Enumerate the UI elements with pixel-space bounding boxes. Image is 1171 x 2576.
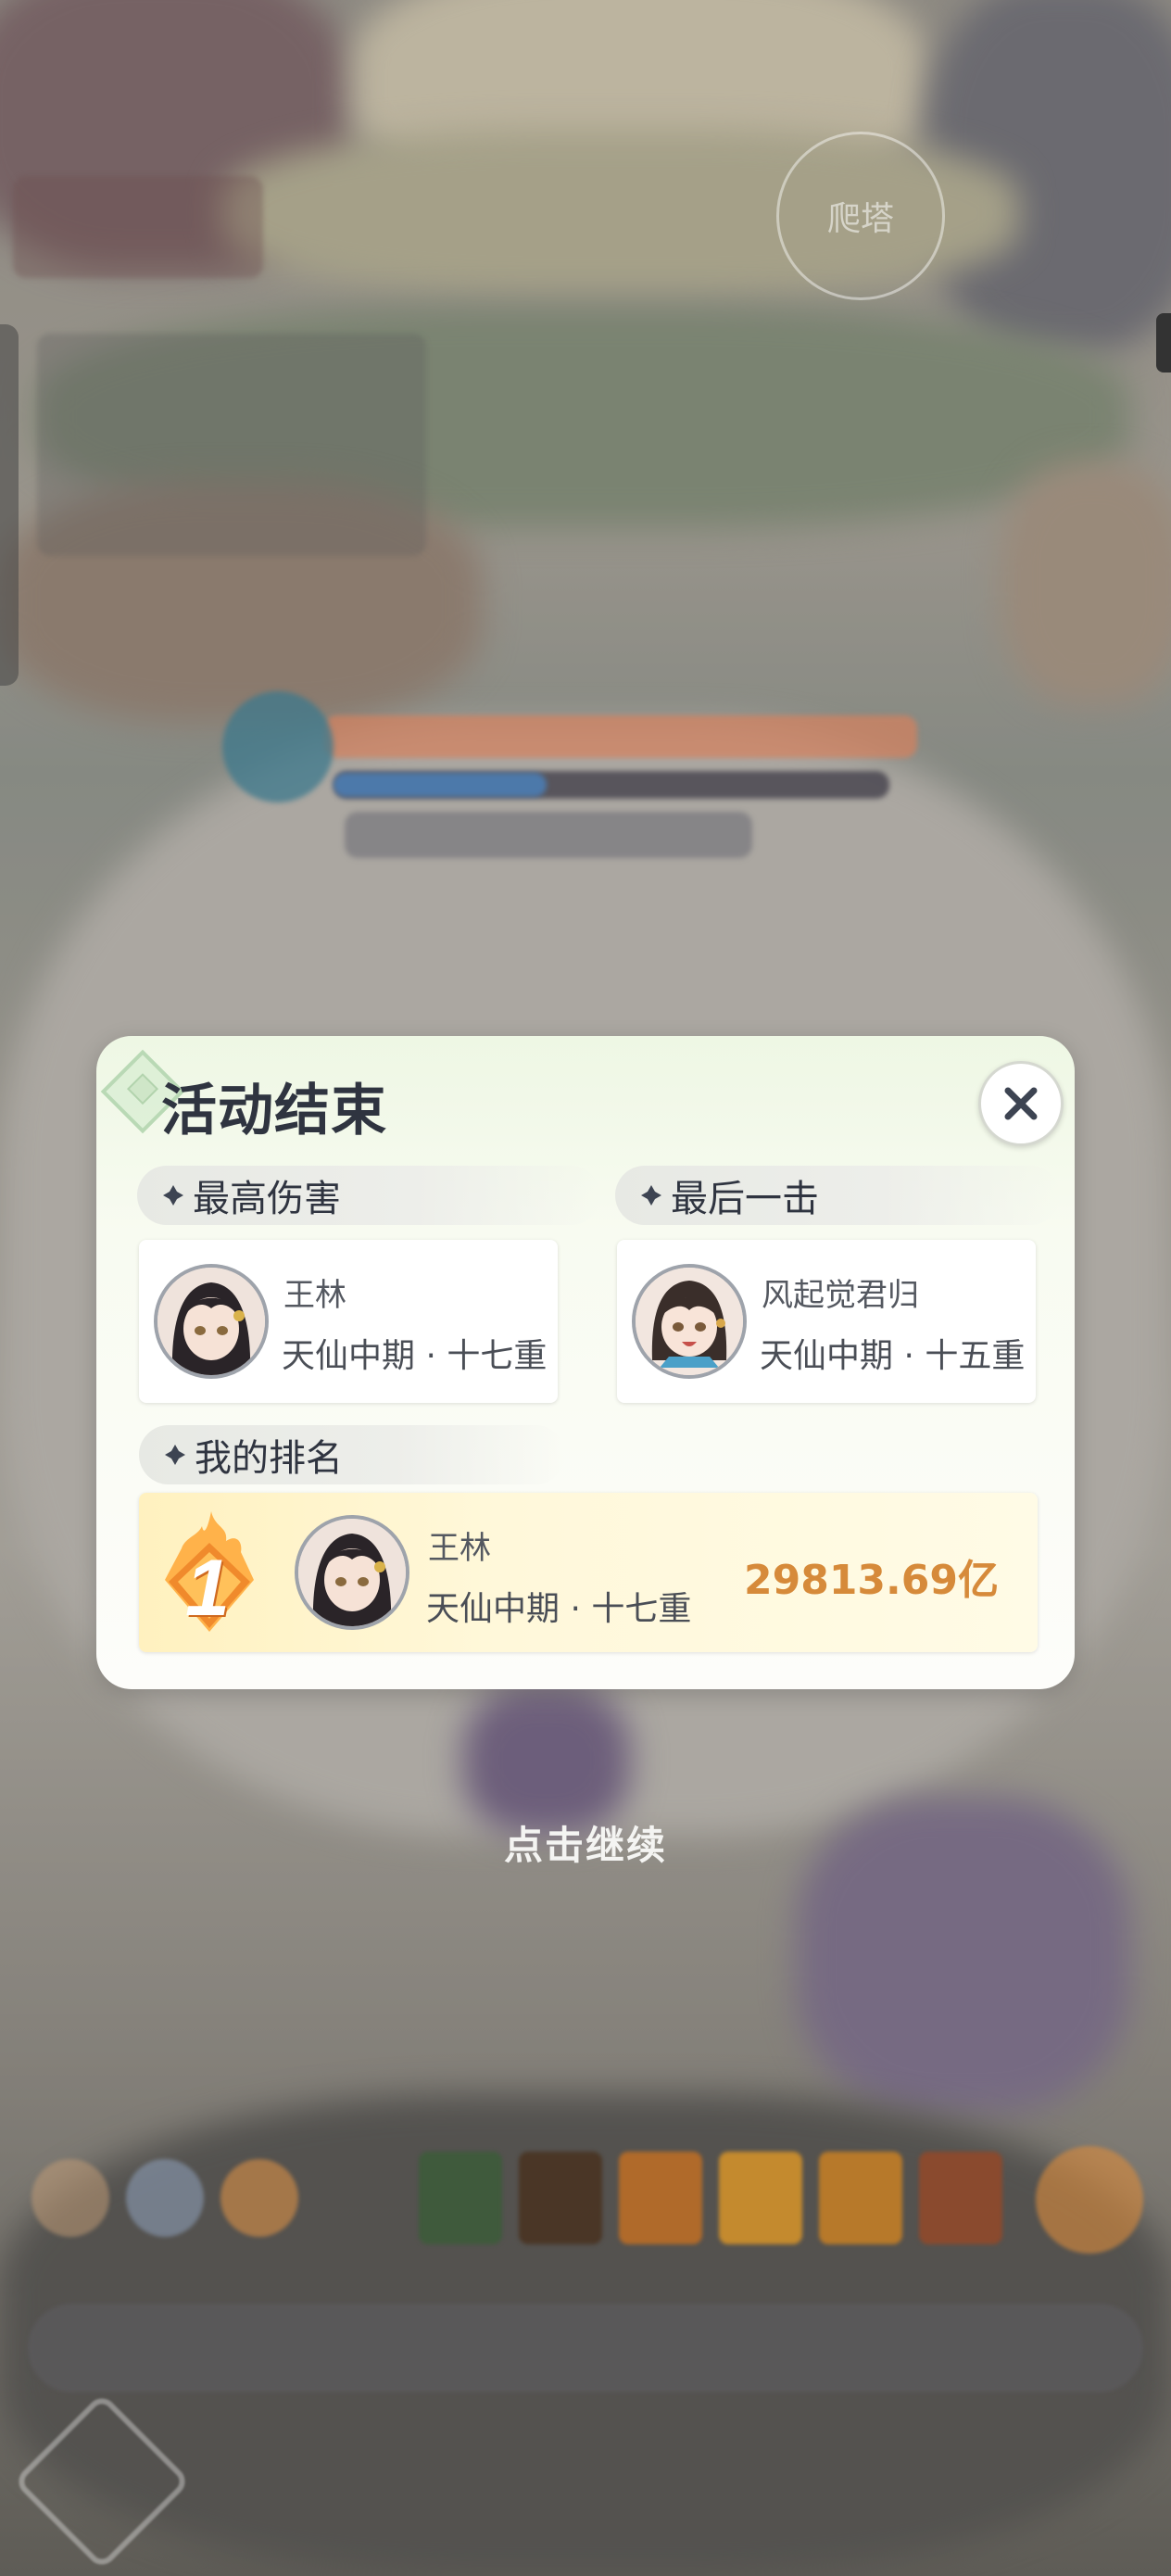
last-hit-label: 最后一击 <box>671 1178 819 1220</box>
event-end-dialog: 活动结束 最高伤害 王林 天仙中期 · 十七重 最后一击 风起觉君归 天仙中期 … <box>96 1036 1075 1689</box>
player-name: 王林 <box>283 1277 346 1314</box>
bottom-action-button-2[interactable] <box>126 2159 204 2237</box>
skill-slot-3[interactable] <box>619 2152 702 2244</box>
diamond-bullet-icon <box>165 1445 185 1465</box>
skill-slot-5[interactable] <box>819 2152 902 2244</box>
skill-slot-4[interactable] <box>719 2152 802 2244</box>
player-avatar-icon <box>636 1268 743 1375</box>
my-rank-header: 我的排名 <box>139 1425 565 1484</box>
highest-damage-label: 最高伤害 <box>193 1178 341 1220</box>
left-side-panel-handle[interactable] <box>0 324 19 686</box>
last-hit-header: 最后一击 <box>615 1166 1060 1225</box>
attack-button[interactable] <box>1036 2146 1143 2254</box>
player-avatar-icon <box>298 1519 406 1626</box>
diamond-bullet-icon <box>163 1185 183 1206</box>
my-rank-card[interactable]: 1 王林 天仙中期 · 十七重 29813.69亿 <box>139 1493 1038 1652</box>
player-name: 王林 <box>428 1530 491 1567</box>
skill-slot-2[interactable] <box>519 2152 602 2244</box>
player-realm: 天仙中期 · 十五重 <box>760 1337 1026 1375</box>
skill-slot-1[interactable] <box>419 2152 502 2244</box>
damage-score: 29813.69亿 <box>743 1557 999 1604</box>
highest-damage-header: 最高伤害 <box>137 1166 600 1225</box>
close-button[interactable] <box>978 1061 1064 1146</box>
close-icon <box>1004 1087 1038 1120</box>
highest-damage-player-card[interactable]: 王林 天仙中期 · 十七重 <box>139 1240 558 1403</box>
diamond-bullet-icon <box>641 1185 661 1206</box>
right-side-tab[interactable] <box>1156 313 1171 373</box>
bottom-action-button-1[interactable] <box>31 2159 109 2237</box>
player-avatar-icon <box>157 1268 265 1375</box>
player-realm: 天仙中期 · 十七重 <box>426 1590 692 1628</box>
dialog-title: 活动结束 <box>161 1079 387 1143</box>
last-hit-player-card[interactable]: 风起觉君归 天仙中期 · 十五重 <box>617 1240 1036 1403</box>
avatar <box>154 1264 269 1379</box>
bottom-action-button-3[interactable] <box>220 2159 298 2237</box>
avatar <box>295 1515 409 1630</box>
player-realm: 天仙中期 · 十七重 <box>282 1337 548 1375</box>
climb-tower-button[interactable]: 爬塔 <box>776 132 945 300</box>
player-name: 风起觉君归 <box>762 1277 919 1314</box>
avatar <box>632 1264 747 1379</box>
tap-to-continue-hint[interactable]: 点击继续 <box>0 1814 1171 1871</box>
skill-slot-6[interactable] <box>919 2152 1002 2244</box>
my-rank-label: 我的排名 <box>195 1437 343 1480</box>
rank-badge: 1 <box>157 1509 259 1639</box>
rank-number: 1 <box>185 1544 230 1633</box>
chat-bar[interactable] <box>28 2304 1143 2393</box>
